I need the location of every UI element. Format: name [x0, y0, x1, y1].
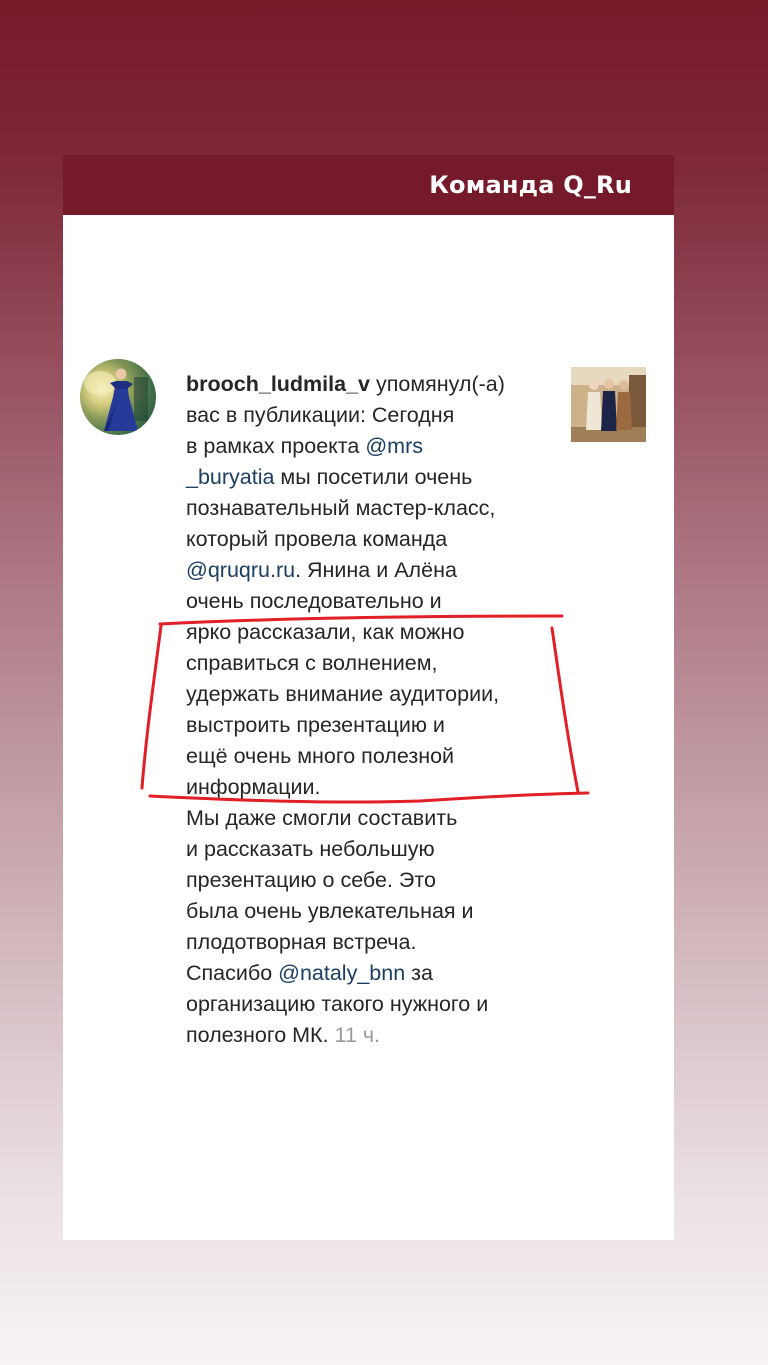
notification-text: brooch_ludmila_v упомянул(-а) вас в публ…: [186, 369, 556, 1051]
username-link[interactable]: brooch_ludmila_v: [186, 372, 370, 396]
story-header: Команда Q_Ru: [63, 155, 674, 215]
timestamp: 11 ч.: [334, 1023, 380, 1047]
post-thumbnail[interactable]: [571, 367, 646, 442]
mention-link-qruqru[interactable]: @qruqru.ru: [186, 558, 295, 582]
avatar-photo-icon: [84, 368, 148, 431]
notification-body-part-3: . Янина и Алёна очень последовательно и …: [186, 558, 500, 985]
story-title: Команда Q_Ru: [429, 171, 632, 199]
user-avatar[interactable]: [80, 359, 156, 435]
post-photo-icon: [571, 367, 646, 442]
mention-link-nataly-bnn[interactable]: @nataly_bnn: [278, 961, 405, 985]
story-card: Команда Q_Ru brooch_ludmila_v упомянул(-…: [63, 155, 674, 1240]
